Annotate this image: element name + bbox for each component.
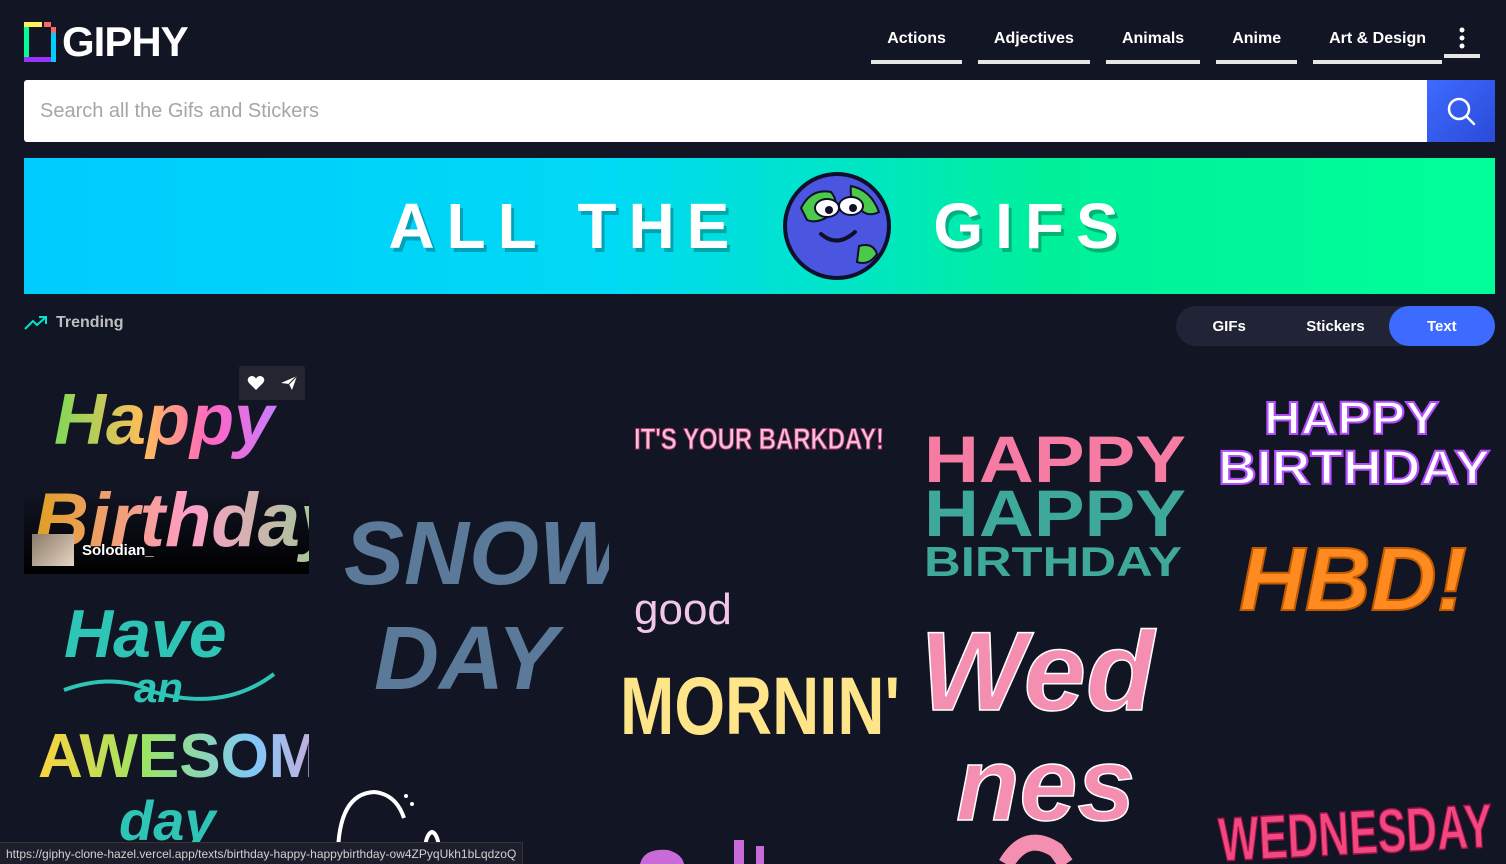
gif-text-line: WEDNESDAY <box>1217 792 1494 864</box>
gif-tile[interactable]: HAPPY HAPPY BIRTHDAY <box>920 420 1190 590</box>
gif-text-line: HBD! <box>1239 530 1467 624</box>
gif-artwork: HBD! <box>1238 529 1468 624</box>
gif-tile[interactable] <box>624 824 804 864</box>
gif-tile[interactable]: Have an AWESOME day <box>24 582 309 842</box>
gif-tile[interactable]: Wed nes <box>916 600 1196 864</box>
send-icon[interactable] <box>280 375 298 391</box>
search-icon <box>1447 97 1476 126</box>
nav-item-actions[interactable]: Actions <box>871 22 962 64</box>
search-input[interactable] <box>24 80 1427 142</box>
gif-artwork: good MORNIN' <box>620 585 900 752</box>
gif-tile[interactable]: Happy Birthday Solodian_ <box>24 364 309 574</box>
gif-text-line: HAPPY <box>1264 392 1439 444</box>
gif-text-line: DAY <box>374 609 564 709</box>
gif-text-line: Have <box>64 596 227 672</box>
header: GIPHY Actions Adjectives Animals Anime A… <box>0 0 1506 80</box>
gif-artwork: WEDNESDAY <box>1216 791 1495 864</box>
more-menu-button[interactable] <box>1444 22 1480 58</box>
gif-artwork: HAPPY BIRTHDAY <box>1217 391 1491 494</box>
gif-text-line: good <box>634 585 732 634</box>
gif-username: Solodian_ <box>82 541 154 559</box>
gif-artwork: Wed nes <box>919 608 1158 864</box>
gif-artwork <box>640 840 764 864</box>
gif-text-line: IT'S YOUR BARKDAY! <box>634 423 884 456</box>
gif-tile[interactable]: IT'S YOUR BARKDAY! <box>624 404 909 474</box>
nav-item-animals[interactable]: Animals <box>1105 22 1201 64</box>
nav-item-art-design[interactable]: Art & Design <box>1313 22 1442 64</box>
earth-mascot-icon <box>783 172 892 280</box>
promo-banner[interactable]: ALL THE GIFS <box>24 158 1495 294</box>
gif-artwork: Have an AWESOME day <box>38 596 309 842</box>
search-button[interactable] <box>1427 80 1495 142</box>
trending-up-icon <box>24 316 47 330</box>
gif-grid: Happy Birthday Solodian_ Have an AWESOME… <box>24 364 1506 864</box>
gif-text-line: Wed <box>920 609 1157 734</box>
gif-tile[interactable]: HAPPY BIRTHDAY <box>1214 384 1494 494</box>
gif-text-line: nes <box>956 727 1135 843</box>
toggle-gifs[interactable]: GIFs <box>1176 306 1282 346</box>
gif-artwork: HAPPY HAPPY BIRTHDAY <box>924 422 1186 585</box>
browser-status-url: https://giphy-clone-hazel.vercel.app/tex… <box>0 842 524 864</box>
gif-text-line: BIRTHDAY <box>1218 442 1490 494</box>
gif-text-line: MORNIN' <box>620 661 900 752</box>
gif-tile[interactable]: SNOW DAY <box>324 464 609 724</box>
content-type-toggle: GIFs Stickers Text <box>1176 306 1495 346</box>
giphy-logo-icon <box>24 22 56 62</box>
gif-artwork: IT'S YOUR BARKDAY! <box>634 423 885 457</box>
banner-left-text: ALL THE <box>388 190 742 262</box>
gif-text-line: AWESOME <box>38 722 309 791</box>
banner-right-text: GIFS <box>933 190 1131 262</box>
gif-user-tag[interactable]: Solodian_ <box>32 534 154 566</box>
trending-label: Trending <box>56 314 124 331</box>
giphy-logo[interactable]: GIPHY <box>24 18 189 66</box>
category-nav: Actions Adjectives Animals Anime Art & D… <box>871 22 1442 64</box>
gif-text-line: an <box>134 664 183 711</box>
logo-text: GIPHY <box>62 18 189 65</box>
trending-header: Trending <box>24 314 124 332</box>
gif-text-line: day <box>119 789 218 842</box>
gif-tile[interactable]: good MORNIN' <box>616 574 906 754</box>
search-bar <box>24 80 1495 142</box>
gif-tile[interactable]: HBD! <box>1229 524 1489 624</box>
heart-icon[interactable] <box>247 375 265 391</box>
toggle-text[interactable]: Text <box>1388 306 1495 346</box>
gif-artwork: SNOW DAY <box>344 504 609 709</box>
gif-actions <box>239 366 305 400</box>
gif-text-line: SNOW <box>344 504 609 604</box>
nav-item-adjectives[interactable]: Adjectives <box>977 22 1090 64</box>
kebab-menu-icon <box>1459 27 1465 49</box>
avatar <box>32 534 74 566</box>
toggle-stickers[interactable]: Stickers <box>1282 306 1388 346</box>
nav-item-anime[interactable]: Anime <box>1216 22 1298 64</box>
gif-text-line: BIRTHDAY <box>924 538 1182 585</box>
gif-tile[interactable]: WEDNESDAY <box>1214 764 1496 864</box>
